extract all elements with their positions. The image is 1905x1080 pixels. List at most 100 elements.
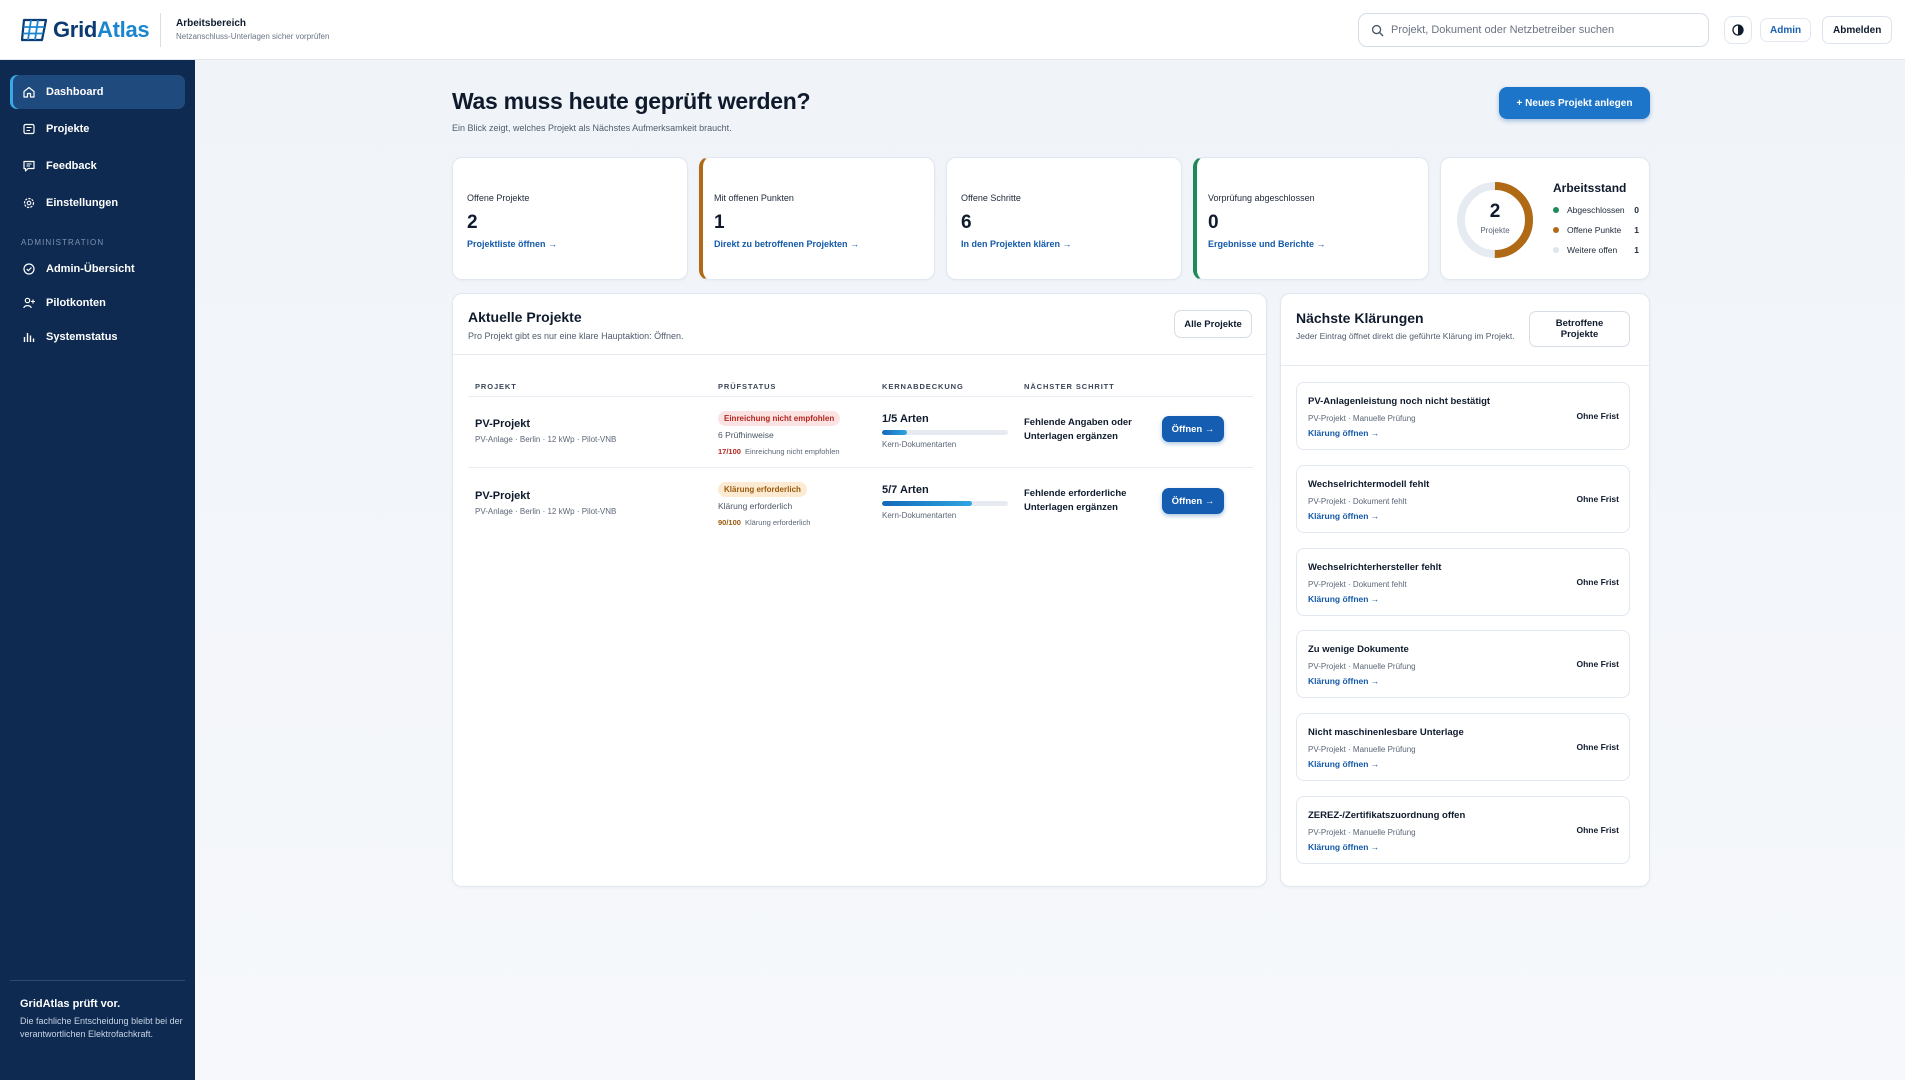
main-content: Was muss heute geprüft werden? Ein Blick… — [195, 60, 1905, 1080]
status-hint: 6 Prüfhinweise — [718, 430, 774, 440]
brand-name-part1: Grid — [53, 16, 98, 42]
coverage-bar-fill — [882, 501, 972, 506]
stat-label: Vorprüfung abgeschlossen — [1208, 193, 1315, 203]
all-projects-button[interactable]: Alle Projekte — [1174, 310, 1252, 338]
clarification-item[interactable]: Nicht maschinenlesbare Unterlage PV-Proj… — [1296, 713, 1630, 781]
clarification-meta: PV-Projekt · Manuelle Prüfung — [1308, 745, 1416, 754]
search-input[interactable] — [1391, 24, 1691, 36]
brand-logo-link[interactable]: GridAtlas — [0, 17, 156, 43]
clarification-link[interactable]: Klärung öffnen → — [1308, 594, 1379, 604]
clarification-meta: PV-Projekt · Dokument fehlt — [1308, 497, 1407, 506]
panel-divider — [1281, 365, 1649, 366]
stat-value: 1 — [714, 212, 725, 233]
search-icon — [1371, 24, 1384, 36]
sidebar-item-pilotkonten[interactable]: Pilotkonten — [10, 286, 185, 320]
sidebar-item-label: Admin-Übersicht — [46, 263, 135, 275]
search-box[interactable] — [1358, 13, 1709, 47]
coverage-caption: Kern-Dokumentarten — [882, 511, 957, 520]
status-cell: Einreichung nicht empfohlen 6 Prüfhinwei… — [718, 408, 841, 456]
score-value: 90/100 — [718, 518, 741, 527]
sidebar-item-admin-uebersicht[interactable]: Admin-Übersicht — [10, 252, 185, 286]
gear-icon — [23, 197, 35, 209]
open-project-button[interactable]: Öffnen → — [1162, 416, 1224, 442]
legend-label: Abgeschlossen — [1567, 205, 1625, 215]
sidebar-item-feedback[interactable]: Feedback — [10, 149, 185, 183]
sidebar-item-einstellungen[interactable]: Einstellungen — [10, 186, 185, 220]
sidebar-item-label: Feedback — [46, 160, 97, 172]
clarification-deadline: Ohne Frist — [1576, 659, 1619, 669]
affected-projects-button[interactable]: Betroffene Projekte — [1529, 311, 1630, 347]
status-donut-card: 2 Projekte Arbeitsstand Abgeschlossen 0 … — [1440, 157, 1650, 280]
theme-toggle-button[interactable] — [1724, 16, 1752, 44]
workspace-label: Arbeitsbereich Netzanschluss-Unterlagen … — [160, 12, 329, 47]
clarification-title: Wechselrichtermodell fehlt — [1308, 479, 1430, 490]
sidebar-footer-text: Die fachliche Entscheidung bleibt bei de… — [20, 1016, 183, 1039]
stat-label: Mit offenen Punkten — [714, 193, 794, 203]
clarification-deadline: Ohne Frist — [1576, 742, 1619, 752]
stat-link[interactable]: Projektliste öffnen → — [467, 239, 687, 249]
legend-label: Offene Punkte — [1567, 225, 1622, 235]
table-divider — [468, 467, 1253, 468]
clarification-item[interactable]: ZEREZ-/Zertifikatszuordnung offen PV-Pro… — [1296, 796, 1630, 864]
stat-card-open-steps: Offene Schritte 6 In den Projekten kläre… — [946, 157, 1182, 280]
sidebar-footer-title: GridAtlas prüft vor. — [20, 998, 121, 1010]
brand-name-part2: Atlas — [97, 16, 150, 42]
clarifications-panel-title: Nächste Klärungen — [1296, 310, 1424, 326]
clarification-title: PV-Anlagenleistung noch nicht bestätigt — [1308, 396, 1491, 407]
coverage-bar — [882, 501, 1008, 506]
sidebar-item-label: Projekte — [46, 123, 90, 135]
clarification-meta: PV-Projekt · Manuelle Prüfung — [1308, 662, 1416, 671]
stat-card-open-points: Mit offenen Punkten 1 Direkt zu betroffe… — [699, 157, 935, 280]
clarification-title: ZEREZ-/Zertifikatszuordnung offen — [1308, 810, 1466, 821]
column-header-pruefstatus: PRÜFSTATUS — [718, 382, 777, 391]
sidebar-item-label: Einstellungen — [46, 197, 119, 209]
clarification-link[interactable]: Klärung öffnen → — [1308, 842, 1379, 852]
table-divider — [468, 396, 1253, 397]
clarification-link[interactable]: Klärung öffnen → — [1308, 759, 1379, 769]
stat-link[interactable]: In den Projekten klären → — [961, 239, 1181, 249]
clarification-meta: PV-Projekt · Dokument fehlt — [1308, 580, 1407, 589]
legend-dot — [1553, 207, 1559, 213]
clarification-link[interactable]: Klärung öffnen → — [1308, 428, 1379, 438]
clarification-link[interactable]: Klärung öffnen → — [1308, 676, 1379, 686]
clarification-item[interactable]: Zu wenige Dokumente PV-Projekt · Manuell… — [1296, 630, 1630, 698]
project-meta: PV-Anlage · Berlin · 12 kWp · Pilot-VNB — [475, 435, 617, 444]
open-project-button[interactable]: Öffnen → — [1162, 488, 1224, 514]
legend-label: Weitere offen — [1567, 245, 1618, 255]
status-badge: Klärung erforderlich — [718, 482, 807, 497]
project-cell: PV-Projekt PV-Anlage · Berlin · 12 kWp ·… — [475, 490, 616, 516]
next-step: Fehlende Angaben oder Unterlagen ergänze… — [1024, 417, 1132, 442]
status-card-title: Arbeitsstand — [1553, 181, 1627, 195]
clarification-item[interactable]: Wechselrichtermodell fehlt PV-Projekt · … — [1296, 465, 1630, 533]
clarification-deadline: Ohne Frist — [1576, 577, 1619, 587]
clarification-title: Wechselrichterhersteller fehlt — [1308, 562, 1442, 573]
bar-chart-icon — [23, 333, 35, 342]
clarification-item[interactable]: Wechselrichterhersteller fehlt PV-Projek… — [1296, 548, 1630, 616]
stat-card-open-projects: Offene Projekte 2 Projektliste öffnen → — [452, 157, 688, 280]
shield-icon — [23, 263, 35, 275]
status-hint: Klärung erforderlich — [718, 501, 793, 511]
sidebar: Dashboard Projekte Feedback Einstellunge… — [0, 60, 195, 1080]
admin-section-heading: ADMINISTRATION — [21, 238, 105, 247]
project-name: PV-Projekt — [475, 418, 531, 430]
sidebar-item-systemstatus[interactable]: Systemstatus — [10, 320, 185, 354]
stat-label: Offene Projekte — [467, 193, 530, 203]
projects-panel: Aktuelle Projekte Pro Projekt gibt es nu… — [452, 293, 1267, 887]
clarification-deadline: Ohne Frist — [1576, 494, 1619, 504]
logout-button[interactable]: Abmelden — [1822, 16, 1893, 44]
sidebar-item-projekte[interactable]: Projekte — [10, 112, 185, 146]
stat-link[interactable]: Ergebnisse und Berichte → — [1208, 239, 1428, 249]
new-project-button[interactable]: + Neues Projekt anlegen — [1499, 87, 1650, 119]
legend-value: 0 — [1634, 205, 1639, 215]
sidebar-item-dashboard[interactable]: Dashboard — [10, 75, 185, 109]
grid-logo-icon — [20, 18, 48, 41]
status-total-caption: Projekte — [1480, 226, 1510, 235]
clarification-link[interactable]: Klärung öffnen → — [1308, 511, 1379, 521]
stat-link[interactable]: Direkt zu betroffenen Projekten → — [714, 239, 934, 249]
admin-button[interactable]: Admin — [1760, 18, 1812, 42]
coverage-value: 1/5 Arten — [882, 413, 929, 425]
sidebar-item-label: Systemstatus — [46, 331, 118, 343]
clarification-meta: PV-Projekt · Manuelle Prüfung — [1308, 414, 1416, 423]
score-text: Einreichung nicht empfohlen — [744, 447, 840, 456]
clarification-item[interactable]: PV-Anlagenleistung noch nicht bestätigt … — [1296, 382, 1630, 450]
